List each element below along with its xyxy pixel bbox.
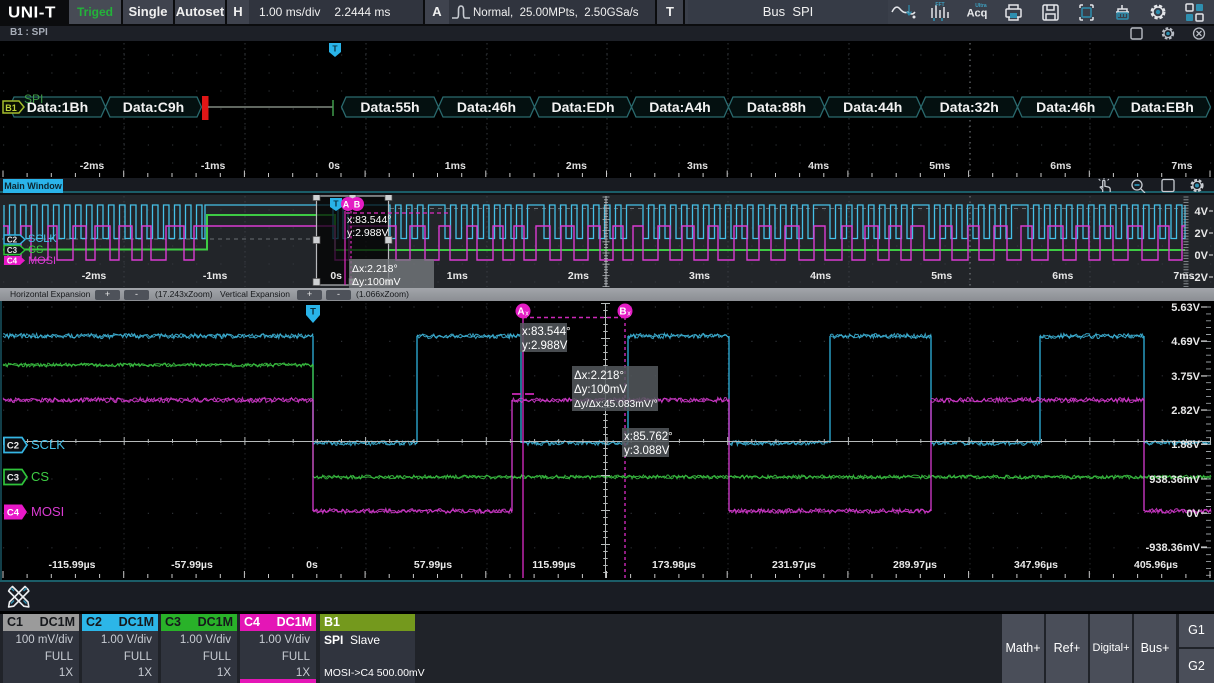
- svg-text:7ms: 7ms: [1171, 160, 1192, 172]
- svg-text:1ms: 1ms: [447, 270, 468, 282]
- svg-text:Data:46h: Data:46h: [1036, 99, 1095, 115]
- svg-text:405.96µs: 405.96µs: [1134, 559, 1178, 571]
- svg-text:3ms: 3ms: [689, 270, 710, 282]
- svg-text:2V: 2V: [1195, 228, 1209, 240]
- svg-text:-2V: -2V: [1191, 272, 1209, 284]
- svg-text:Δy/Δx:45.083mV/°: Δy/Δx:45.083mV/°: [574, 399, 658, 410]
- svg-text:Data:A4h: Data:A4h: [649, 99, 710, 115]
- svg-text:-2ms: -2ms: [82, 270, 107, 282]
- svg-text:5ms: 5ms: [929, 160, 950, 172]
- svg-text:1ms: 1ms: [445, 160, 466, 172]
- svg-text:-57.99µs: -57.99µs: [171, 559, 213, 571]
- svg-text:SCLK: SCLK: [31, 437, 65, 452]
- svg-text:-115.99µs: -115.99µs: [49, 559, 96, 571]
- svg-text:Data:55h: Data:55h: [360, 99, 419, 115]
- svg-text:289.97µs: 289.97µs: [893, 559, 937, 571]
- svg-text:-1ms: -1ms: [201, 160, 226, 172]
- svg-text:y:2.988V: y:2.988V: [347, 227, 388, 239]
- svg-text:4.69V: 4.69V: [1171, 336, 1200, 348]
- svg-text:231.97µs: 231.97µs: [772, 559, 816, 571]
- svg-text:C4: C4: [7, 508, 20, 519]
- svg-text:938.36mV: 938.36mV: [1149, 474, 1200, 486]
- svg-text:0V: 0V: [1187, 508, 1201, 520]
- svg-text:-1ms: -1ms: [203, 270, 228, 282]
- svg-text:4V: 4V: [1195, 206, 1209, 218]
- svg-text:Data:32h: Data:32h: [940, 99, 999, 115]
- svg-text:C3: C3: [7, 473, 19, 484]
- svg-text:FFT: FFT: [935, 2, 944, 8]
- svg-text:C2: C2: [7, 236, 18, 245]
- svg-text:B: B: [354, 200, 361, 210]
- svg-text:1.88V: 1.88V: [1171, 439, 1200, 451]
- svg-text:Data:EDh: Data:EDh: [551, 99, 614, 115]
- svg-text:2.82V: 2.82V: [1171, 405, 1200, 417]
- svg-text:4ms: 4ms: [808, 160, 829, 172]
- svg-text:C3: C3: [7, 246, 18, 255]
- svg-text:Data:EBh: Data:EBh: [1131, 99, 1194, 115]
- svg-text:Acq: Acq: [967, 8, 988, 20]
- svg-text:Data:C9h: Data:C9h: [123, 99, 184, 115]
- svg-text:173.98µs: 173.98µs: [652, 559, 696, 571]
- svg-text:x:83.544°: x:83.544°: [522, 326, 571, 338]
- svg-text:3ms: 3ms: [687, 160, 708, 172]
- svg-text:0V: 0V: [1195, 250, 1209, 262]
- svg-text:57.99µs: 57.99µs: [414, 559, 452, 571]
- svg-text:6ms: 6ms: [1052, 270, 1073, 282]
- svg-text:T: T: [333, 199, 339, 209]
- svg-text:5ms: 5ms: [931, 270, 952, 282]
- svg-text:MOSI: MOSI: [31, 504, 64, 519]
- svg-text:5.63V: 5.63V: [1171, 302, 1200, 314]
- svg-text:MOSI: MOSI: [28, 255, 56, 267]
- svg-text:B1: B1: [5, 103, 17, 113]
- svg-text:115.99µs: 115.99µs: [532, 559, 576, 571]
- svg-text:0s: 0s: [330, 270, 342, 282]
- svg-text:Δx:2.218°: Δx:2.218°: [352, 263, 398, 275]
- svg-text:-938.36mV: -938.36mV: [1146, 542, 1201, 554]
- svg-text:Ultra: Ultra: [975, 3, 987, 9]
- svg-text:x: x: [627, 311, 631, 318]
- svg-text:C2: C2: [7, 441, 19, 452]
- svg-text:2ms: 2ms: [568, 270, 589, 282]
- svg-text:T: T: [310, 307, 316, 318]
- svg-text:0s: 0s: [328, 160, 340, 172]
- svg-text:Data:44h: Data:44h: [843, 99, 902, 115]
- svg-text:T: T: [332, 44, 338, 54]
- svg-text:y:2.988V: y:2.988V: [522, 340, 568, 352]
- svg-text:x:83.544°: x:83.544°: [347, 214, 391, 226]
- svg-text:Δx:2.218°: Δx:2.218°: [574, 370, 624, 382]
- svg-text:Δy:100mV: Δy:100mV: [574, 384, 627, 396]
- svg-text:A: A: [343, 200, 350, 210]
- svg-text:C4: C4: [7, 257, 18, 266]
- svg-text:A: A: [517, 307, 524, 318]
- svg-text:x: x: [525, 311, 529, 318]
- svg-text:Data:88h: Data:88h: [747, 99, 806, 115]
- svg-text:3.75V: 3.75V: [1171, 371, 1200, 383]
- svg-text:y:3.088V: y:3.088V: [624, 445, 670, 457]
- svg-text:Δy:100mV: Δy:100mV: [352, 276, 400, 288]
- svg-text:6ms: 6ms: [1050, 160, 1071, 172]
- svg-text:0s: 0s: [306, 559, 318, 571]
- svg-text:SPI: SPI: [24, 92, 43, 106]
- svg-text:-2ms: -2ms: [80, 160, 105, 172]
- svg-text:x:85.762°: x:85.762°: [624, 431, 673, 443]
- svg-text:B: B: [619, 307, 626, 318]
- svg-text:347.96µs: 347.96µs: [1014, 559, 1058, 571]
- svg-text:Data:46h: Data:46h: [457, 99, 516, 115]
- svg-text:CS: CS: [31, 469, 49, 484]
- svg-text:4ms: 4ms: [810, 270, 831, 282]
- svg-text:2ms: 2ms: [566, 160, 587, 172]
